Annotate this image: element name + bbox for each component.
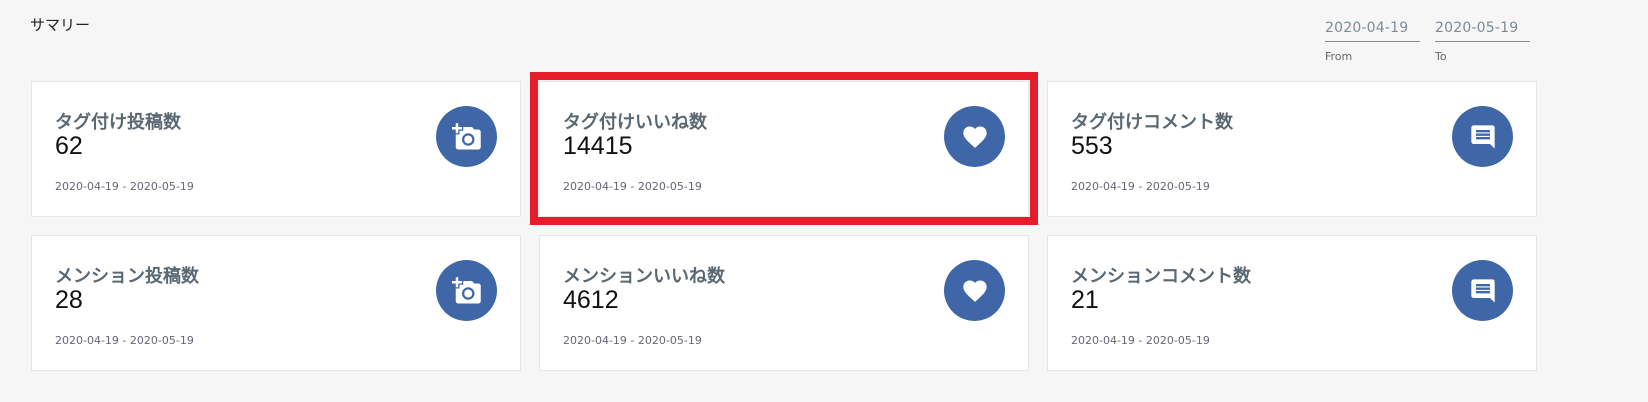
summary-title: サマリー [30,16,91,34]
card-value: 21 [1071,286,1099,314]
to-date-field[interactable]: 2020-05-19 To [1435,20,1530,63]
add-photo-icon [436,260,497,321]
add-photo-icon [436,106,497,167]
card-mention-comments: メンションコメント数 21 2020-04-19 - 2020-05-19 [1047,235,1537,371]
comment-icon [1452,260,1513,321]
card-date-range: 2020-04-19 - 2020-05-19 [1071,180,1210,193]
from-date-label: From [1325,50,1353,63]
to-date-label: To [1435,50,1447,63]
card-tagged-posts: タグ付け投稿数 62 2020-04-19 - 2020-05-19 [31,81,521,217]
card-label: タグ付け投稿数 [55,112,181,133]
card-date-range: 2020-04-19 - 2020-05-19 [1071,334,1210,347]
card-label: タグ付けコメント数 [1071,112,1233,133]
card-date-range: 2020-04-19 - 2020-05-19 [563,334,702,347]
from-date-field[interactable]: 2020-04-19 From [1325,20,1420,63]
card-value: 553 [1071,132,1113,160]
heart-icon [944,260,1005,321]
card-value: 4612 [563,286,619,314]
comment-icon [1452,106,1513,167]
from-date-input[interactable]: 2020-04-19 [1325,20,1420,42]
card-value: 28 [55,286,83,314]
highlight-box [530,72,1038,225]
card-tagged-comments: タグ付けコメント数 553 2020-04-19 - 2020-05-19 [1047,81,1537,217]
card-label: メンションコメント数 [1071,266,1251,287]
to-date-input[interactable]: 2020-05-19 [1435,20,1530,42]
card-value: 62 [55,132,83,160]
card-date-range: 2020-04-19 - 2020-05-19 [55,334,194,347]
card-label: メンション投稿数 [55,266,199,287]
card-label: メンションいいね数 [563,266,725,287]
card-mention-likes: メンションいいね数 4612 2020-04-19 - 2020-05-19 [539,235,1029,371]
card-mention-posts: メンション投稿数 28 2020-04-19 - 2020-05-19 [31,235,521,371]
card-date-range: 2020-04-19 - 2020-05-19 [55,180,194,193]
